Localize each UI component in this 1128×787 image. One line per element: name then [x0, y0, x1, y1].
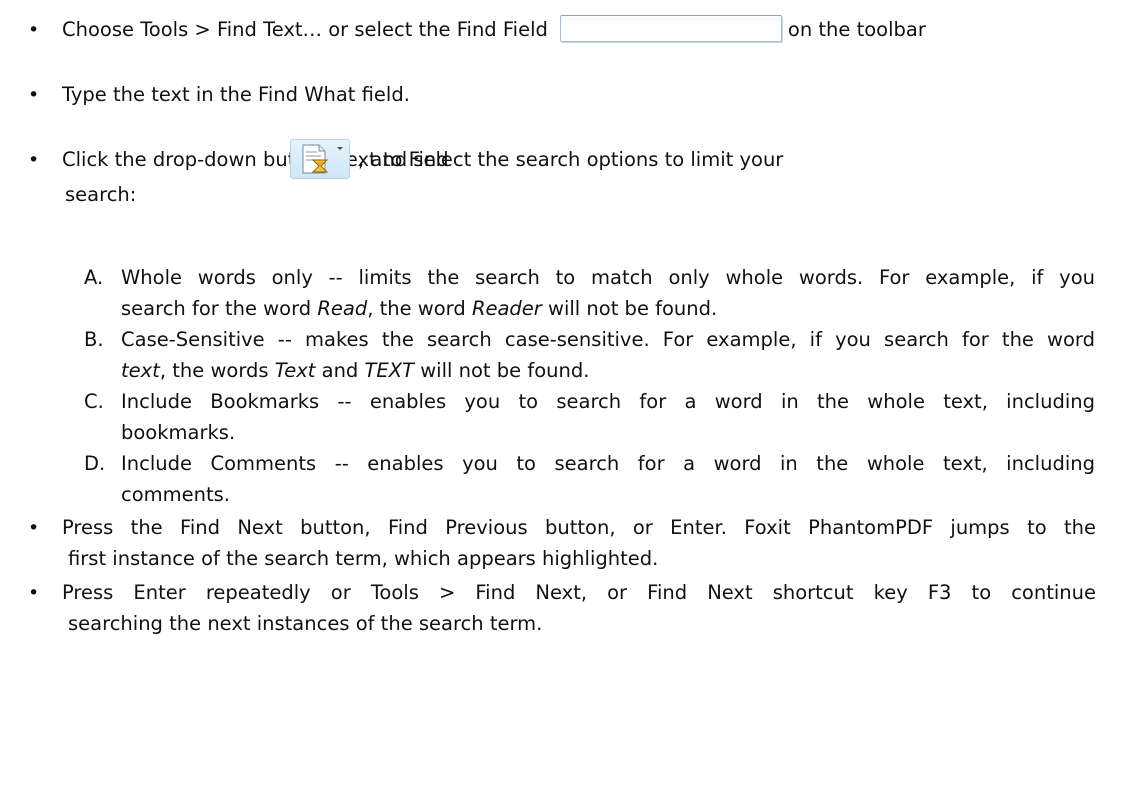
option-marker: A. [84, 266, 104, 289]
example-word-read: Read [317, 297, 368, 320]
option-marker: C. [84, 390, 104, 413]
example-word-Text: Text [274, 359, 316, 382]
example-word-text: text [121, 359, 160, 382]
item-text: Choose Tools > Find Text… or select the … [62, 18, 548, 41]
option-marker: B. [84, 328, 104, 351]
option-text: Include Bookmarks -- enables you to sear… [121, 390, 1095, 413]
bullet-marker: • [28, 149, 40, 171]
find-document-icon [290, 139, 350, 179]
item-text-line2: search: [65, 183, 137, 206]
item-text: Type the text in the Find What field. [62, 83, 410, 106]
option-text: Case-Sensitive -- makes the search case-… [121, 328, 1095, 351]
item-text: Press the Find Next button, Find Previou… [62, 516, 1096, 539]
item-text-line2: searching the next instances of the sear… [68, 612, 543, 635]
option-text-line2: bookmarks. [121, 421, 236, 444]
option-text: Include Comments -- enables you to searc… [121, 452, 1095, 475]
option-text-b: , the word [367, 297, 472, 320]
bullet-marker: • [28, 84, 40, 106]
option-text-line2: comments. [121, 483, 231, 506]
bullet-marker: • [28, 582, 40, 604]
option-text-c: will not be found. [414, 359, 590, 382]
option-marker: D. [84, 452, 106, 475]
find-field-icon [559, 15, 782, 42]
item-text-line2: first instance of the search term, which… [68, 547, 659, 570]
option-text-a: , the words [159, 359, 275, 382]
option-text-a: search for the word [121, 297, 318, 320]
item-text-end: , and select the search options to limit… [358, 148, 784, 171]
option-text-c: will not be found. [541, 297, 718, 320]
item-text: Press Enter repeatedly or Tools > Find N… [62, 581, 1096, 604]
item-text-end: on the toolbar [787, 18, 926, 41]
bullet-marker: • [28, 517, 40, 539]
option-text: Whole words only -- limits the search to… [121, 266, 1095, 289]
bullet-marker: • [28, 19, 40, 41]
example-word-TEXT: TEXT [364, 359, 415, 382]
example-word-reader: Reader [471, 297, 542, 320]
option-text-b: and [315, 359, 365, 382]
